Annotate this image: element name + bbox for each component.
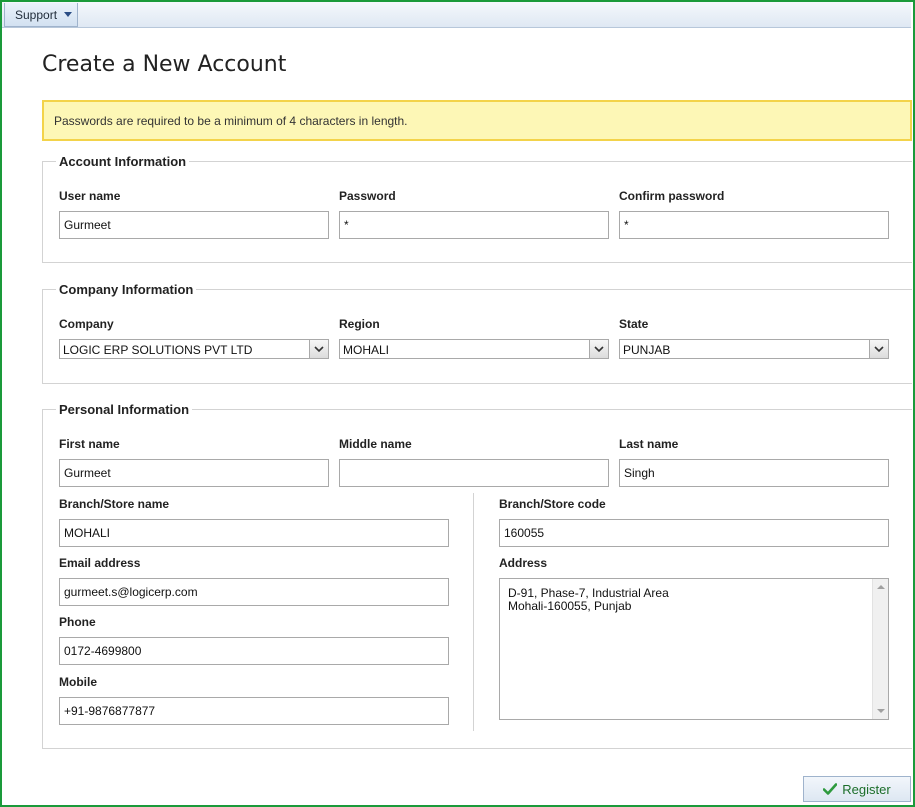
region-selected-value: MOHALI <box>343 343 390 357</box>
last-name-input[interactable] <box>619 459 889 487</box>
company-label: Company <box>59 317 114 331</box>
support-menu[interactable]: Support <box>4 3 78 27</box>
branch-store-name-input[interactable] <box>59 519 449 547</box>
username-label: User name <box>59 189 121 203</box>
address-line-2: Mohali-160055, Punjab <box>508 599 632 613</box>
username-input[interactable] <box>59 211 329 239</box>
account-information-group: Account Information <box>42 154 912 263</box>
checkmark-icon <box>823 783 838 795</box>
first-name-label: First name <box>59 437 120 451</box>
alert-text: Passwords are required to be a minimum o… <box>54 113 408 128</box>
company-selected-value: LOGIC ERP SOLUTIONS PVT LTD <box>63 343 253 357</box>
page-title: Create a New Account <box>42 52 287 77</box>
register-button[interactable]: Register <box>803 776 911 802</box>
branch-store-code-label: Branch/Store code <box>499 497 606 511</box>
support-menu-label: Support <box>15 7 58 22</box>
address-scrollbar[interactable] <box>872 579 888 719</box>
branch-store-name-label: Branch/Store name <box>59 497 170 511</box>
scroll-up-icon[interactable] <box>877 585 885 589</box>
chevron-down-icon[interactable] <box>589 340 608 358</box>
email-address-label: Email address <box>59 556 141 570</box>
region-select[interactable]: MOHALI <box>339 339 609 359</box>
middle-name-input[interactable] <box>339 459 609 487</box>
scroll-down-icon[interactable] <box>877 709 885 713</box>
company-information-legend: Company Information <box>59 282 194 297</box>
personal-information-legend: Personal Information <box>59 402 190 417</box>
branch-store-code-input[interactable] <box>499 519 889 547</box>
chevron-down-icon <box>64 12 73 17</box>
phone-input[interactable] <box>59 637 449 665</box>
state-label: State <box>619 317 649 331</box>
register-button-label: Register <box>842 781 891 797</box>
address-line-1: D-91, Phase-7, Industrial Area <box>508 586 669 600</box>
chevron-down-icon[interactable] <box>869 340 888 358</box>
phone-label: Phone <box>59 615 96 629</box>
password-label: Password <box>339 189 396 203</box>
account-information-legend: Account Information <box>59 154 187 169</box>
state-select[interactable]: PUNJAB <box>619 339 889 359</box>
mobile-label: Mobile <box>59 675 97 689</box>
last-name-label: Last name <box>619 437 679 451</box>
confirm-password-label: Confirm password <box>619 189 725 203</box>
password-requirement-alert: Passwords are required to be a minimum o… <box>42 100 912 141</box>
column-divider <box>473 493 474 731</box>
middle-name-label: Middle name <box>339 437 412 451</box>
address-textarea[interactable]: D-91, Phase-7, Industrial Area Mohali-16… <box>499 578 889 720</box>
password-input[interactable] <box>339 211 609 239</box>
confirm-password-input[interactable] <box>619 211 889 239</box>
address-label: Address <box>499 556 548 570</box>
menu-bar: Support <box>2 2 911 28</box>
company-information-group: Company Information <box>42 282 912 384</box>
first-name-input[interactable] <box>59 459 329 487</box>
state-selected-value: PUNJAB <box>623 343 671 357</box>
mobile-input[interactable] <box>59 697 449 725</box>
region-label: Region <box>339 317 380 331</box>
email-address-input[interactable] <box>59 578 449 606</box>
chevron-down-icon[interactable] <box>309 340 328 358</box>
company-select[interactable]: LOGIC ERP SOLUTIONS PVT LTD <box>59 339 329 359</box>
